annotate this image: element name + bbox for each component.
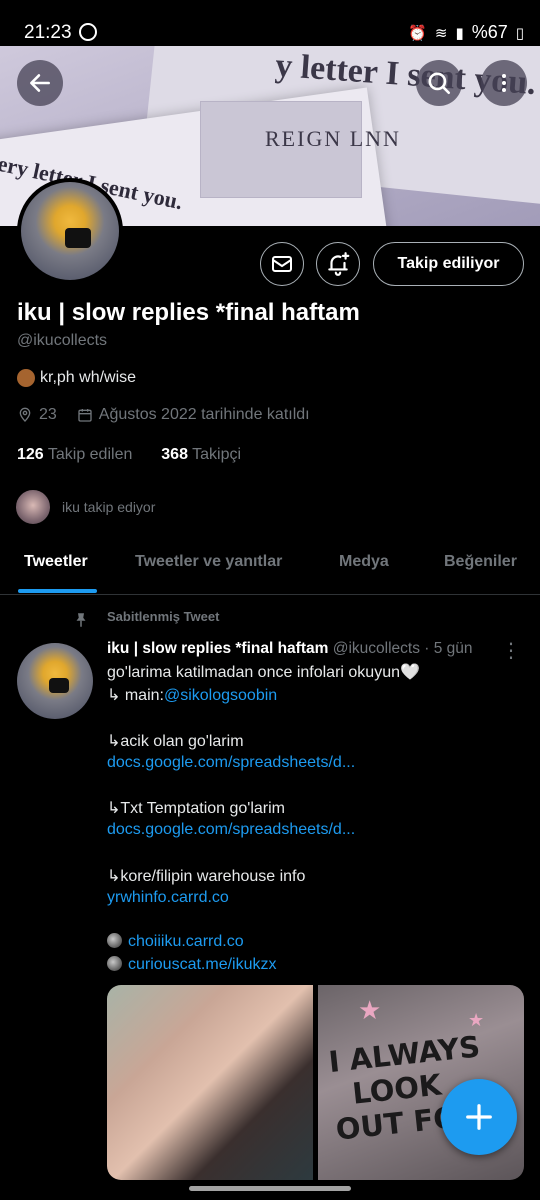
curiouscat-link[interactable]: curiouscat.me/ikukzx xyxy=(128,956,277,973)
tweet-line-9: choiiiku.carrd.co xyxy=(107,933,244,951)
more-vertical-icon xyxy=(502,74,506,92)
globe-emoji-icon-2 xyxy=(107,956,122,971)
battery-text: %67 xyxy=(471,22,508,42)
star-decoration-icon-2: ★ xyxy=(468,1010,485,1030)
back-button[interactable] xyxy=(17,60,63,106)
tab-tweets[interactable]: Tweetler xyxy=(24,553,88,571)
bell-plus-icon xyxy=(328,252,350,276)
tab-tweets-and-replies[interactable]: Tweetler ve yanıtlar xyxy=(135,553,282,571)
mail-icon xyxy=(272,256,292,272)
tab-indicator xyxy=(18,589,97,593)
pinned-label: Sabitlenmiş Tweet xyxy=(107,609,220,624)
following-link[interactable]: 126 Takip edilen xyxy=(17,446,132,463)
profile-handle: @ikucollects xyxy=(17,332,108,349)
tweet-avatar-phone xyxy=(49,678,69,693)
followers-label: Takipçi xyxy=(192,446,242,463)
tab-likes[interactable]: Beğeniler xyxy=(444,553,517,571)
followed-by[interactable]: iku takip ediyor xyxy=(14,488,155,526)
profile-avatar[interactable] xyxy=(17,178,123,284)
tab-media[interactable]: Medya xyxy=(339,553,389,571)
bear-emoji-icon xyxy=(17,369,35,387)
tweet-line-7: ↳kore/filipin warehouse info xyxy=(107,868,306,885)
tweet-header: iku | slow replies *final haftam @ikucol… xyxy=(107,640,473,658)
tweet-line-1: go'larima katilmadan once infolari okuyu… xyxy=(107,664,420,681)
tweet-author-handle[interactable]: @ikucollects xyxy=(333,640,420,657)
location-text: 23 xyxy=(39,406,57,423)
arrow-left-icon xyxy=(30,74,50,92)
profile-display-name: iku | slow replies *final haftam xyxy=(17,299,360,326)
profile-tabs: Tweetler Tweetler ve yanıtlar Medya Beğe… xyxy=(0,540,540,595)
following-label: Takip edilen xyxy=(47,446,133,463)
following-count: 126 xyxy=(17,446,44,463)
tweet-line-10: curiouscat.me/ikukzx xyxy=(107,956,277,974)
choiiiku-link[interactable]: choiiiku.carrd.co xyxy=(128,933,244,950)
search-button[interactable] xyxy=(416,60,462,106)
search-icon xyxy=(428,72,451,95)
profile-meta: 23 Ağustos 2022 tarihinde katıldı xyxy=(17,406,310,424)
tweet-more-icon[interactable]: ⋮ xyxy=(501,638,521,663)
notifications-button[interactable] xyxy=(316,242,360,286)
compose-tweet-button[interactable] xyxy=(441,1079,517,1155)
avatar-image xyxy=(21,182,119,280)
location-icon xyxy=(19,407,31,422)
calendar-icon xyxy=(78,409,92,422)
mention-link[interactable]: @sikologsoobin xyxy=(164,687,277,704)
followed-by-text: iku takip ediyor xyxy=(62,499,156,515)
tweet-time: · 5 gün xyxy=(424,640,473,657)
whatsapp-icon xyxy=(79,23,97,41)
message-button[interactable] xyxy=(260,242,304,286)
avatar-phone xyxy=(65,228,91,248)
system-nav-bar[interactable] xyxy=(189,1186,351,1191)
profile-bio: kr,ph wh/wise xyxy=(17,369,136,387)
tweet-line-2: ↳ main:@sikologsoobin xyxy=(107,685,277,705)
follower-avatar xyxy=(14,488,52,526)
more-options-button[interactable] xyxy=(481,60,527,106)
globe-emoji-icon xyxy=(107,933,122,948)
pin-icon xyxy=(76,613,86,627)
joined-text: Ağustos 2022 tarihinde katıldı xyxy=(98,406,310,423)
sheet-link-1[interactable]: docs.google.com/spreadsheets/d... xyxy=(107,754,355,772)
status-bar: 21:23 ⏰ ≋ ▮ %67 ▯ xyxy=(0,20,540,46)
tweet-author-name[interactable]: iku | slow replies *final haftam xyxy=(107,640,328,657)
alarm-icon: ⏰ xyxy=(408,24,427,42)
followers-count: 368 xyxy=(161,446,188,463)
status-time: 21:23 xyxy=(24,22,72,43)
tweet-line-5: ↳Txt Temptation go'larim xyxy=(107,800,286,817)
status-icons: ⏰ ≋ ▮ %67 ▯ xyxy=(408,22,524,43)
star-decoration-icon: ★ xyxy=(358,995,382,1025)
sheet-link-2[interactable]: docs.google.com/spreadsheets/d... xyxy=(107,821,355,839)
wifi-icon: ≋ xyxy=(434,24,448,42)
tweet-media-photo-1[interactable] xyxy=(107,985,313,1180)
tweet-line-3: ↳acik olan go'larim xyxy=(107,733,244,750)
followers-link[interactable]: 368 Takipçi xyxy=(161,446,241,463)
banner-text-2: REIGN LNN xyxy=(265,126,401,151)
carrd-link[interactable]: yrwhinfo.carrd.co xyxy=(107,889,229,907)
bio-text: kr,ph wh/wise xyxy=(40,369,137,386)
plus-icon xyxy=(466,1104,492,1130)
following-button[interactable]: Takip ediliyor xyxy=(373,242,524,286)
follow-counts: 126 Takip edilen 368 Takipçi xyxy=(17,446,241,464)
battery-icon: ▯ xyxy=(515,24,524,42)
tweet-avatar[interactable] xyxy=(17,643,93,719)
signal-icon: ▮ xyxy=(455,24,464,42)
tweet-line-2-prefix: ↳ main: xyxy=(107,687,164,704)
